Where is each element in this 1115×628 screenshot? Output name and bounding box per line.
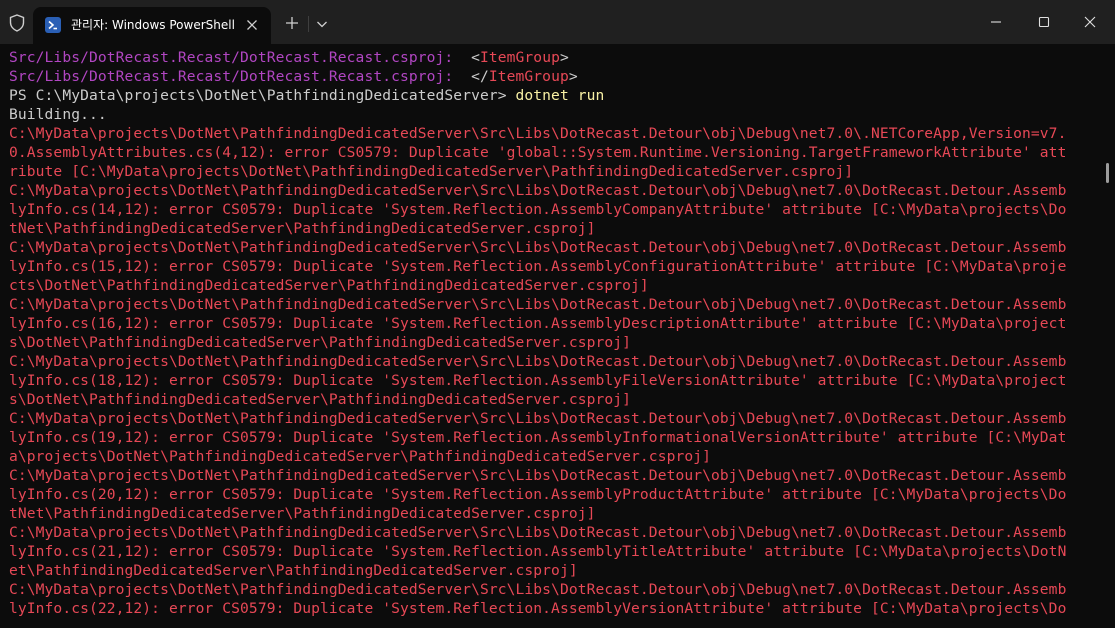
- terminal-line: C:\MyData\projects\DotNet\PathfindingDed…: [9, 409, 1066, 428]
- error-text: lyInfo.cs(21,12): error CS0579: Duplicat…: [9, 543, 1067, 560]
- terminal-line: C:\MyData\projects\DotNet\PathfindingDed…: [9, 124, 1066, 143]
- terminal-line: tNet\PathfindingDedicatedServer\Pathfind…: [9, 219, 1066, 238]
- error-text: a\projects\DotNet\PathfindingDedicatedSe…: [9, 448, 712, 465]
- terminal-line: C:\MyData\projects\DotNet\PathfindingDed…: [9, 295, 1066, 314]
- xml-bracket: <: [453, 49, 480, 66]
- terminal-line: ribute [C:\MyData\projects\DotNet\Pathfi…: [9, 162, 1066, 181]
- terminal-line: lyInfo.cs(15,12): error CS0579: Duplicat…: [9, 257, 1066, 276]
- error-text: ribute [C:\MyData\projects\DotNet\Pathfi…: [9, 163, 854, 180]
- terminal-line: lyInfo.cs(22,12): error CS0579: Duplicat…: [9, 599, 1066, 618]
- terminal-line: a\projects\DotNet\PathfindingDedicatedSe…: [9, 447, 1066, 466]
- terminal-line: s\DotNet\PathfindingDedicatedServer\Path…: [9, 390, 1066, 409]
- maximize-icon[interactable]: [1034, 12, 1054, 32]
- error-text: C:\MyData\projects\DotNet\PathfindingDed…: [9, 467, 1067, 484]
- powershell-icon: [45, 17, 61, 33]
- terminal-line: Building...: [9, 105, 1066, 124]
- scrollbar-thumb[interactable]: [1106, 163, 1109, 183]
- terminal-line: C:\MyData\projects\DotNet\PathfindingDed…: [9, 466, 1066, 485]
- error-text: lyInfo.cs(22,12): error CS0579: Duplicat…: [9, 600, 1067, 617]
- terminal-line: C:\MyData\projects\DotNet\PathfindingDed…: [9, 580, 1066, 599]
- close-icon[interactable]: [1080, 12, 1100, 32]
- terminal-line: et\PathfindingDedicatedServer\Pathfindin…: [9, 561, 1066, 580]
- error-text: 0.AssemblyAttributes.cs(4,12): error CS0…: [9, 144, 1067, 161]
- terminal-output-area[interactable]: Src/Libs/DotRecast.Recast/DotRecast.Reca…: [0, 44, 1105, 628]
- xml-tag: ItemGroup: [479, 49, 560, 66]
- terminal-line: tNet\PathfindingDedicatedServer\Pathfind…: [9, 504, 1066, 523]
- error-text: lyInfo.cs(15,12): error CS0579: Duplicat…: [9, 258, 1067, 275]
- xml-tag: ItemGroup: [488, 68, 569, 85]
- error-text: cts\DotNet\PathfindingDedicatedServer\Pa…: [9, 277, 649, 294]
- terminal-line: C:\MyData\projects\DotNet\PathfindingDed…: [9, 181, 1066, 200]
- error-text: C:\MyData\projects\DotNet\PathfindingDed…: [9, 182, 1067, 199]
- error-text: C:\MyData\projects\DotNet\PathfindingDed…: [9, 296, 1067, 313]
- minimize-icon[interactable]: [986, 12, 1006, 32]
- terminal-line: 0.AssemblyAttributes.cs(4,12): error CS0…: [9, 143, 1066, 162]
- terminal-line: C:\MyData\projects\DotNet\PathfindingDed…: [9, 523, 1066, 542]
- terminal-line: Src/Libs/DotRecast.Recast/DotRecast.Reca…: [9, 67, 1066, 86]
- terminal-line: lyInfo.cs(16,12): error CS0579: Duplicat…: [9, 314, 1066, 333]
- error-text: C:\MyData\projects\DotNet\PathfindingDed…: [9, 410, 1067, 427]
- project-path: Src/Libs/DotRecast.Recast/DotRecast.Reca…: [9, 68, 454, 85]
- plus-icon[interactable]: [283, 14, 301, 32]
- terminal-line: Src/Libs/DotRecast.Recast/DotRecast.Reca…: [9, 48, 1066, 67]
- error-text: C:\MyData\projects\DotNet\PathfindingDed…: [9, 524, 1067, 541]
- error-text: C:\MyData\projects\DotNet\PathfindingDed…: [9, 581, 1067, 598]
- output-text: Building...: [9, 106, 107, 123]
- tab-divider: [308, 16, 309, 32]
- shell-command: dotnet run: [515, 87, 605, 104]
- terminal-line: lyInfo.cs(18,12): error CS0579: Duplicat…: [9, 371, 1066, 390]
- error-text: et\PathfindingDedicatedServer\Pathfindin…: [9, 562, 578, 579]
- tab-title: 관리자: Windows PowerShell: [71, 18, 235, 32]
- terminal-line: lyInfo.cs(14,12): error CS0579: Duplicat…: [9, 200, 1066, 219]
- error-text: tNet\PathfindingDedicatedServer\Pathfind…: [9, 505, 596, 522]
- terminal-output: Src/Libs/DotRecast.Recast/DotRecast.Reca…: [9, 48, 1066, 618]
- error-text: C:\MyData\projects\DotNet\PathfindingDed…: [9, 353, 1067, 370]
- tab-powershell[interactable]: 관리자: Windows PowerShell: [33, 7, 271, 44]
- close-icon[interactable]: [243, 16, 261, 34]
- xml-bracket: >: [568, 68, 578, 85]
- chevron-down-icon[interactable]: [314, 16, 330, 32]
- terminal-line: C:\MyData\projects\DotNet\PathfindingDed…: [9, 238, 1066, 257]
- error-text: lyInfo.cs(16,12): error CS0579: Duplicat…: [9, 315, 1067, 332]
- terminal-line: cts\DotNet\PathfindingDedicatedServer\Pa…: [9, 276, 1066, 295]
- error-text: lyInfo.cs(19,12): error CS0579: Duplicat…: [9, 429, 1067, 446]
- error-text: C:\MyData\projects\DotNet\PathfindingDed…: [9, 239, 1067, 256]
- error-text: lyInfo.cs(20,12): error CS0579: Duplicat…: [9, 486, 1067, 503]
- terminal-line: lyInfo.cs(19,12): error CS0579: Duplicat…: [9, 428, 1066, 447]
- xml-bracket: >: [559, 49, 569, 66]
- terminal-line: C:\MyData\projects\DotNet\PathfindingDed…: [9, 352, 1066, 371]
- terminal-line: lyInfo.cs(21,12): error CS0579: Duplicat…: [9, 542, 1066, 561]
- error-text: s\DotNet\PathfindingDedicatedServer\Path…: [9, 334, 632, 351]
- terminal-line: s\DotNet\PathfindingDedicatedServer\Path…: [9, 333, 1066, 352]
- terminal-line: PS C:\MyData\projects\DotNet\Pathfinding…: [9, 86, 1066, 105]
- terminal-line: lyInfo.cs(20,12): error CS0579: Duplicat…: [9, 485, 1066, 504]
- project-path: Src/Libs/DotRecast.Recast/DotRecast.Reca…: [9, 49, 454, 66]
- xml-bracket: </: [453, 68, 489, 85]
- error-text: lyInfo.cs(18,12): error CS0579: Duplicat…: [9, 372, 1067, 389]
- shield-icon: [9, 14, 25, 32]
- title-bar[interactable]: 관리자: Windows PowerShell: [0, 0, 1115, 44]
- error-text: s\DotNet\PathfindingDedicatedServer\Path…: [9, 391, 632, 408]
- shell-prompt: PS C:\MyData\projects\DotNet\Pathfinding…: [9, 87, 516, 104]
- error-text: C:\MyData\projects\DotNet\PathfindingDed…: [9, 125, 1067, 142]
- error-text: lyInfo.cs(14,12): error CS0579: Duplicat…: [9, 201, 1067, 218]
- terminal-window: 관리자: Windows PowerShell Src/Libs/DotReca…: [0, 0, 1115, 628]
- error-text: tNet\PathfindingDedicatedServer\Pathfind…: [9, 220, 596, 237]
